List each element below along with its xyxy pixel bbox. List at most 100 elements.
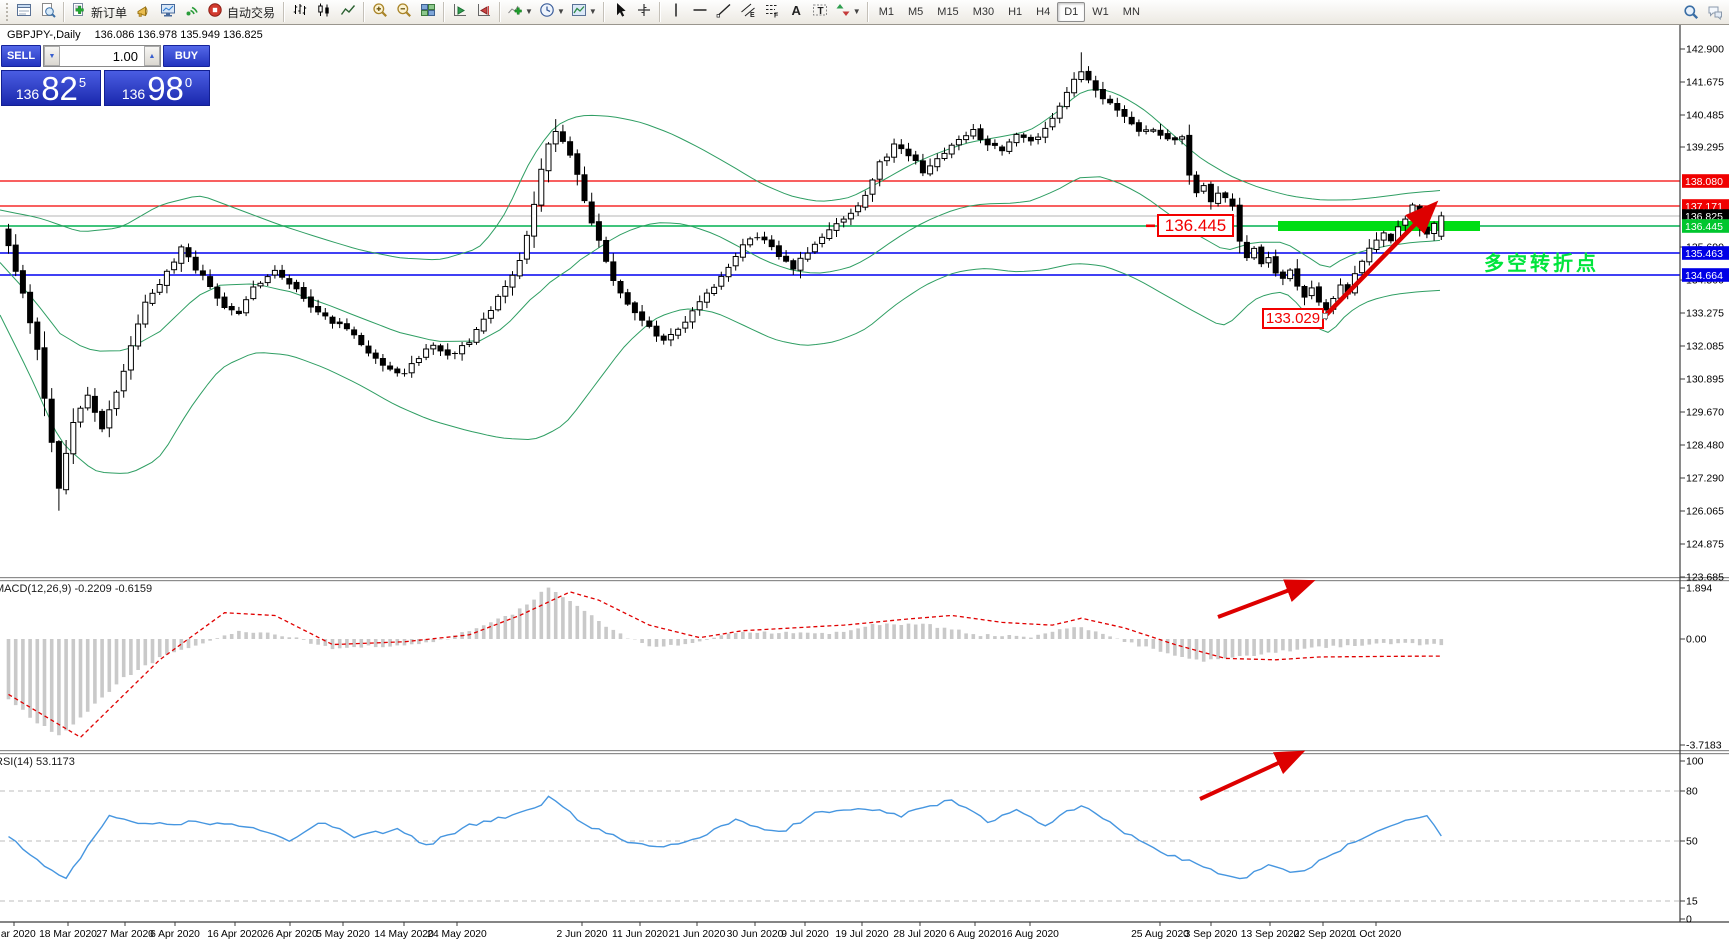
- svg-text:16 Apr 2020: 16 Apr 2020: [207, 929, 263, 940]
- price-annotation-133029[interactable]: 133.029: [1262, 308, 1324, 329]
- volume-input[interactable]: 1.00: [60, 46, 144, 66]
- cursor-icon[interactable]: [608, 1, 632, 23]
- profile-charts-icon-icon: [40, 2, 56, 23]
- svg-text:136.445: 136.445: [1685, 221, 1723, 233]
- svg-text:1 Oct 2020: 1 Oct 2020: [1351, 929, 1402, 940]
- profile-charts-icon[interactable]: [36, 1, 60, 23]
- svg-text:139.295: 139.295: [1686, 142, 1724, 154]
- chevron-down-icon: ▼: [525, 8, 533, 16]
- volume-increase-button[interactable]: ▲: [144, 46, 160, 66]
- green-resistance-bar[interactable]: [1278, 221, 1480, 231]
- arrows-button[interactable]: ▼: [832, 1, 864, 23]
- crosshair-icon-icon: [636, 2, 652, 23]
- periods-button[interactable]: ▼: [536, 1, 568, 23]
- crosshair-icon[interactable]: [632, 1, 656, 23]
- timeframe-h4-button[interactable]: H4: [1029, 2, 1057, 22]
- text-label-icon-icon: T: [812, 2, 828, 23]
- toolbar-separator: [443, 2, 445, 22]
- zoom-in-icon[interactable]: [368, 1, 392, 23]
- market-watch-icon-icon: [136, 2, 152, 23]
- candlestick-chart-icon[interactable]: [312, 1, 336, 23]
- svg-text:100: 100: [1686, 756, 1704, 768]
- svg-text:6 Aug 2020: 6 Aug 2020: [949, 929, 1001, 940]
- chart-window-icon[interactable]: [12, 1, 36, 23]
- chart-shift-icon[interactable]: [472, 1, 496, 23]
- timeframe-mn-button[interactable]: MN: [1116, 2, 1147, 22]
- data-window-icon-icon: [160, 2, 176, 23]
- timeframe-h1-button[interactable]: H1: [1001, 2, 1029, 22]
- svg-text:132.085: 132.085: [1686, 341, 1724, 353]
- svg-text:25 Aug 2020: 25 Aug 2020: [1131, 929, 1189, 940]
- svg-text:140.485: 140.485: [1686, 110, 1724, 122]
- templates-button[interactable]: ▼: [568, 1, 600, 23]
- zoom-out-icon[interactable]: [392, 1, 416, 23]
- indicators-button[interactable]: ▼: [504, 1, 536, 23]
- svg-text:126.065: 126.065: [1686, 506, 1724, 518]
- trendline-icon[interactable]: [712, 1, 736, 23]
- horizontal-line-icon[interactable]: [688, 1, 712, 23]
- timeframe-m15-button[interactable]: M15: [930, 2, 965, 22]
- timeframe-m5-button[interactable]: M5: [901, 2, 930, 22]
- svg-text:142.900: 142.900: [1686, 44, 1724, 56]
- annotation-selection-handle[interactable]: [1322, 313, 1328, 319]
- bar-chart-icon[interactable]: [288, 1, 312, 23]
- svg-text:135.463: 135.463: [1685, 248, 1723, 260]
- autotrading-button[interactable]: 自动交易: [204, 1, 280, 23]
- text-icon[interactable]: A: [784, 1, 808, 23]
- tile-windows-icon-icon: [420, 2, 436, 23]
- timeframe-m30-button[interactable]: M30: [966, 2, 1001, 22]
- toolbar-separator: [363, 2, 365, 22]
- annotation-tick-dash: [1146, 225, 1155, 228]
- rsi-level-lines: [0, 791, 1680, 901]
- sell-price-pips: 82: [41, 75, 78, 103]
- text-label-icon[interactable]: T: [808, 1, 832, 23]
- volume-decrease-button[interactable]: ▼: [44, 46, 60, 66]
- fibonacci-icon-icon: F: [764, 2, 780, 23]
- svg-text:80: 80: [1686, 786, 1698, 798]
- search-icon[interactable]: [1679, 1, 1703, 23]
- turning-point-note[interactable]: 多空转折点: [1484, 247, 1599, 276]
- macd-indicator-label: MACD(12,26,9) -0.2209 -0.6159: [0, 583, 152, 595]
- new-order-icon: [71, 2, 87, 23]
- chat-icon[interactable]: [1703, 1, 1727, 23]
- trendline-icon-icon: [716, 2, 732, 23]
- svg-text:T: T: [817, 6, 823, 17]
- data-window-icon[interactable]: [156, 1, 180, 23]
- svg-text:22 Sep 2020: 22 Sep 2020: [1294, 929, 1353, 940]
- svg-text:129.670: 129.670: [1686, 407, 1724, 419]
- new-order-button[interactable]: 新订单: [68, 1, 132, 23]
- autotrading-icon: [207, 2, 223, 23]
- equidistant-channel-icon-icon: E: [740, 2, 756, 23]
- sell-button[interactable]: SELL: [1, 45, 41, 67]
- horizontal-line-icon-icon: [692, 2, 708, 23]
- buy-button[interactable]: BUY: [163, 45, 210, 67]
- panel-separators[interactable]: [0, 577, 1729, 754]
- svg-text:14 May 2020: 14 May 2020: [374, 929, 434, 940]
- price-chart[interactable]: 142.900141.675140.485139.295135.690134.5…: [0, 0, 1729, 944]
- timeframe-m1-button[interactable]: M1: [872, 2, 901, 22]
- line-chart-icon[interactable]: [336, 1, 360, 23]
- svg-text:127.290: 127.290: [1686, 473, 1724, 485]
- timeframe-d1-button[interactable]: D1: [1057, 2, 1085, 22]
- price-axis-badges: 138.080137.171136.825136.445135.463134.6…: [1682, 174, 1729, 282]
- navigator-icon[interactable]: [180, 1, 204, 23]
- vertical-line-icon[interactable]: [664, 1, 688, 23]
- equidistant-channel-icon[interactable]: E: [736, 1, 760, 23]
- market-watch-icon[interactable]: [132, 1, 156, 23]
- main-toolbar: 新订单自动交易▼▼▼EFAT▼M1M5M15M30H1H4D1W1MN: [0, 0, 1729, 25]
- tile-windows-icon[interactable]: [416, 1, 440, 23]
- svg-text:2 Jun 2020: 2 Jun 2020: [557, 929, 608, 940]
- svg-text:0.00: 0.00: [1686, 634, 1707, 646]
- volume-stepper: ▼ 1.00 ▲: [43, 45, 161, 67]
- buy-price-point: 0: [185, 76, 192, 89]
- indicators-icon: [507, 2, 523, 23]
- timeframe-w1-button[interactable]: W1: [1085, 2, 1116, 22]
- fibonacci-icon[interactable]: F: [760, 1, 784, 23]
- buy-price-display[interactable]: 136980: [104, 70, 210, 106]
- svg-text:27 Mar 2020: 27 Mar 2020: [96, 929, 154, 940]
- sell-price-display[interactable]: 136825: [1, 70, 101, 106]
- auto-scroll-icon[interactable]: [448, 1, 472, 23]
- chart-window-icon-icon: [16, 2, 32, 23]
- vertical-line-icon-icon: [668, 2, 684, 23]
- price-annotation-136445[interactable]: 136.445: [1157, 214, 1234, 237]
